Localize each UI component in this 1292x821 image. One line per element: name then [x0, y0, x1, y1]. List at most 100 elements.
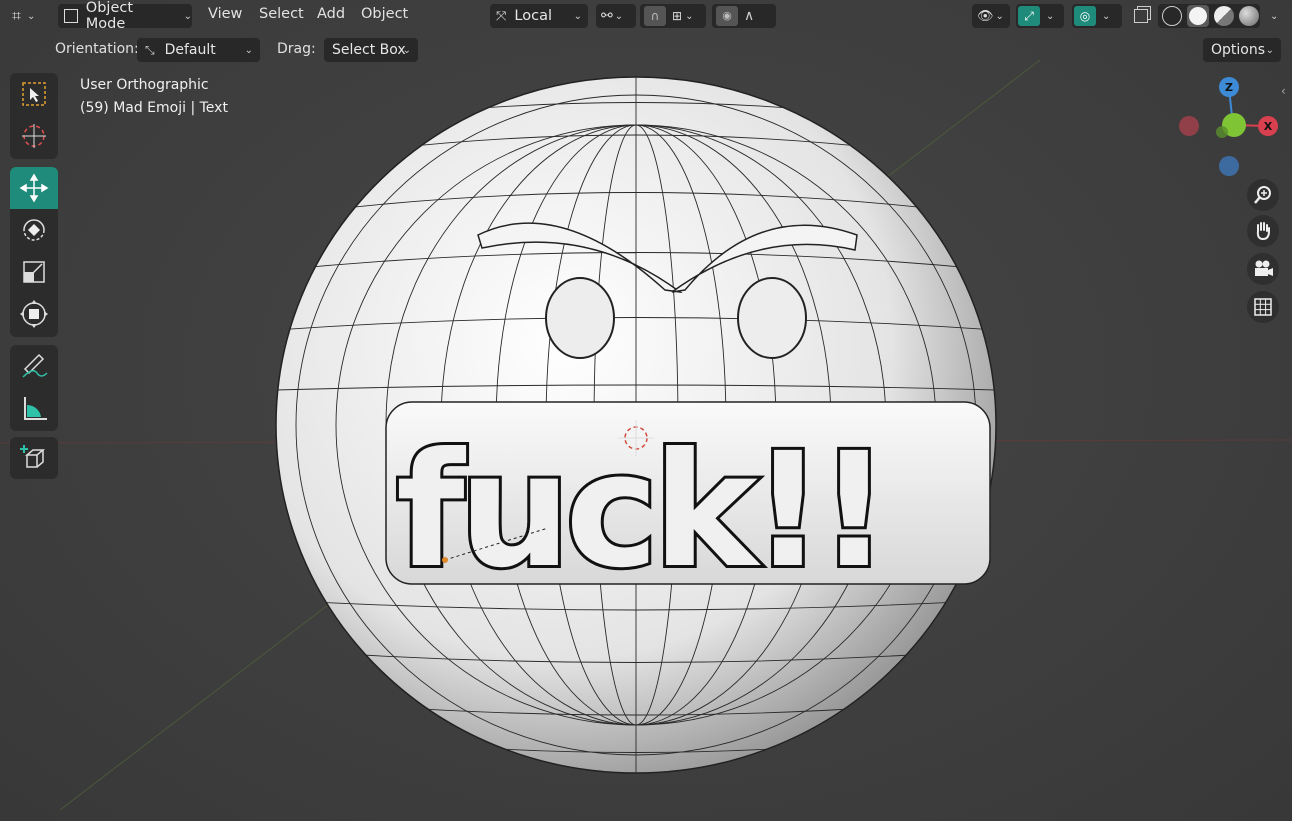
editor-type-icon: ⌗	[12, 6, 22, 25]
orientation-label: Orientation:	[55, 41, 139, 57]
snap-target-icon[interactable]: ⊞	[672, 9, 682, 23]
view-name: User Orthographic	[80, 77, 209, 93]
orientation-icon: ⤡	[145, 42, 155, 57]
measure-tool[interactable]	[10, 387, 58, 429]
transform-space-label: Local	[514, 8, 552, 24]
shading-options-button[interactable]: ⌄	[1264, 4, 1284, 28]
zoom-icon	[1254, 186, 1271, 204]
xray-toggle[interactable]	[1130, 4, 1152, 28]
options-label: Options	[1211, 42, 1266, 58]
menu-object[interactable]: Object	[361, 6, 408, 22]
shading-mode-group[interactable]	[1158, 4, 1260, 28]
toolbar-group-annotate	[10, 345, 58, 431]
eye-icon: 👁	[977, 8, 994, 24]
rotate-icon	[23, 219, 45, 241]
select-box-tool[interactable]	[10, 73, 58, 115]
gizmo-x-axis[interactable]: X	[1258, 116, 1278, 136]
gizmo-neg-y-axis[interactable]	[1216, 126, 1228, 138]
left-eye[interactable]	[545, 277, 615, 359]
material-shading-icon[interactable]	[1214, 6, 1234, 26]
transform-icon	[20, 300, 48, 328]
move-tool[interactable]	[10, 167, 58, 209]
toolbar-group-transform	[10, 167, 58, 337]
chevron-down-icon: ⌄	[573, 10, 582, 22]
hand-icon	[1256, 222, 1270, 241]
menu-select[interactable]: Select	[259, 6, 304, 22]
toolbar-group-select	[10, 73, 58, 159]
rotate-tool[interactable]	[10, 209, 58, 251]
transform-orientation-dropdown[interactable]: ⤧ Local ⌄	[490, 4, 588, 28]
transform-space-icon: ⤧	[496, 8, 507, 24]
wireframe-shading-icon[interactable]	[1162, 6, 1182, 26]
scale-tool[interactable]	[10, 251, 58, 293]
chevron-down-icon: ⌄	[1046, 10, 1055, 22]
gizmo-neg-z-axis[interactable]	[1219, 156, 1239, 176]
chevron-down-icon: ⌄	[402, 44, 411, 56]
drag-label: Drag:	[277, 41, 316, 57]
sidebar-toggle-icon[interactable]: ‹	[1281, 84, 1286, 98]
zoom-button[interactable]	[1247, 179, 1279, 211]
proportional-edit-icon[interactable]: ◉	[716, 6, 738, 26]
transform-tool[interactable]	[10, 293, 58, 335]
measure-icon	[24, 397, 47, 420]
xray-icon	[1134, 9, 1148, 23]
menu-add[interactable]: Add	[317, 6, 345, 22]
right-eye[interactable]	[737, 277, 807, 359]
solid-shading-icon[interactable]	[1187, 5, 1209, 27]
drag-value: Select Box	[332, 42, 406, 58]
mode-label: Object Mode	[85, 0, 134, 32]
cursor-icon	[22, 124, 46, 148]
falloff-curve-icon[interactable]: ∧	[744, 8, 754, 24]
move-icon	[19, 173, 49, 203]
chevron-down-icon: ⌄	[183, 10, 192, 22]
grid-icon	[1254, 298, 1272, 316]
select-box-icon	[22, 82, 46, 106]
chevron-down-icon: ⌄	[685, 10, 694, 22]
object-mode-icon	[64, 9, 78, 23]
gizmo-neg-x-axis[interactable]	[1179, 116, 1199, 136]
rendered-shading-icon[interactable]	[1239, 6, 1259, 26]
pan-button[interactable]	[1247, 215, 1279, 247]
proportional-editing-controls[interactable]: ◉ ∧	[712, 4, 776, 28]
chevron-down-icon: ⌄	[1265, 44, 1274, 56]
scene-render[interactable]: fuck!!	[0, 0, 1292, 821]
overlays-toggle[interactable]: ◎ ⌄	[1072, 4, 1122, 28]
pivot-icon: ⚯	[601, 8, 613, 24]
annotate-tool[interactable]	[10, 345, 58, 387]
gizmo-icon: ⤢	[1018, 6, 1040, 26]
drag-dropdown[interactable]: Select Box ⌄	[324, 38, 418, 62]
camera-icon	[1255, 260, 1273, 276]
chevron-down-icon: ⌄	[1270, 10, 1279, 22]
options-dropdown[interactable]: Options ⌄	[1203, 38, 1281, 62]
toolbar-group-add	[10, 437, 58, 479]
viewport-header: ⌗ ⌄ Object Mode ⌄ View Select Add Object…	[0, 0, 1292, 32]
chevron-down-icon: ⌄	[995, 10, 1004, 22]
add-cube-icon	[20, 445, 46, 468]
text-object[interactable]: fuck!!	[393, 416, 893, 606]
editor-type-button[interactable]: ⌗ ⌄	[12, 4, 48, 28]
pivot-point-dropdown[interactable]: ⚯ ⌄	[596, 4, 636, 28]
mode-dropdown[interactable]: Object Mode ⌄	[58, 0, 192, 32]
3d-viewport[interactable]: fuck!!	[0, 0, 1292, 821]
orientation-value: Default	[164, 42, 216, 58]
camera-view-button[interactable]	[1247, 253, 1279, 285]
overlays-icon: ◎	[1074, 6, 1096, 26]
object-info: (59) Mad Emoji | Text	[80, 100, 228, 116]
chevron-down-icon: ⌄	[614, 10, 624, 22]
scale-icon	[23, 261, 45, 283]
annotate-icon	[22, 353, 48, 378]
object-origin[interactable]	[442, 557, 448, 563]
chevron-down-icon: ⌄	[244, 44, 253, 56]
gizmo-z-axis[interactable]: Z	[1219, 77, 1239, 97]
add-cube-tool[interactable]	[10, 437, 58, 479]
menu-view[interactable]: View	[208, 6, 242, 22]
snapping-controls[interactable]: ∩ ⊞ ⌄	[640, 4, 706, 28]
perspective-toggle-button[interactable]	[1247, 291, 1279, 323]
orientation-dropdown[interactable]: ⤡ Default ⌄	[137, 38, 260, 62]
gizmo-toggle[interactable]: ⤢ ⌄	[1016, 4, 1064, 28]
chevron-down-icon: ⌄	[27, 10, 36, 22]
chevron-down-icon: ⌄	[1102, 10, 1111, 22]
magnet-icon[interactable]: ∩	[644, 6, 666, 26]
visibility-dropdown[interactable]: 👁 ⌄	[972, 4, 1010, 28]
cursor-tool[interactable]	[10, 115, 58, 157]
